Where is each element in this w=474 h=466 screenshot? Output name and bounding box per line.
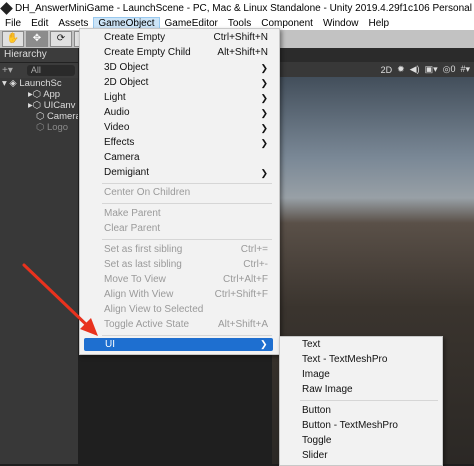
menu-separator [102, 335, 272, 336]
menu-item-center-on-children: Center On Children [104, 187, 191, 198]
effects-icon[interactable]: ▣▾ [425, 64, 438, 75]
gameobject-icon: ▸⬡ [28, 100, 44, 111]
menu-edit[interactable]: Edit [26, 18, 53, 29]
menu-item-set-first-sibling: Set as first sibling Ctrl+= [104, 244, 268, 255]
rotate-tool-icon[interactable]: ⟳ [50, 31, 72, 47]
add-object-button[interactable]: +▾ [2, 63, 13, 78]
submenu-arrow-icon: ❯ [260, 63, 268, 73]
menu-item-ui-label: UI [105, 339, 115, 350]
menu-assets[interactable]: Assets [53, 18, 93, 29]
menu-item-align-view-to-selected: Align View to Selected [104, 304, 204, 315]
menu-component[interactable]: Component [256, 18, 318, 29]
hierarchy-panel: Hierarchy +▾ All ▾ ◈ LaunchSc ▸⬡ App ▸⬡ … [0, 48, 78, 464]
menu-item-video[interactable]: Video ❯ [104, 121, 274, 135]
hierarchy-scene-row[interactable]: ▾ ◈ LaunchSc [0, 78, 78, 89]
submenu-arrow-icon: ❯ [260, 339, 268, 349]
menu-window[interactable]: Window [318, 18, 364, 29]
gameobject-icon: ⬡ [36, 111, 47, 122]
move-tool-icon[interactable]: ✥ [26, 31, 48, 47]
hierarchy-row-camera[interactable]: ⬡ Camera [0, 111, 78, 122]
menu-item-audio[interactable]: Audio ❯ [104, 106, 274, 120]
ui-submenu: Text Text - TextMeshPro Image Raw Image … [279, 336, 443, 466]
menu-file[interactable]: File [0, 18, 26, 29]
scene-view-toolbar: 2D ✹ ◀) ▣▾ ◎0 #▾ [272, 62, 474, 77]
submenu-arrow-icon: ❯ [260, 108, 268, 118]
menu-separator [102, 203, 272, 204]
menu-item-align-with-view: Align With View Ctrl+Shift+F [104, 289, 268, 300]
menu-separator [300, 400, 438, 401]
window-title-bar: DH_AnswerMiniGame - LaunchScene - PC, Ma… [0, 0, 474, 16]
visibility-icon[interactable]: ◎0 [443, 64, 456, 75]
scene-name: LaunchSc [19, 78, 62, 89]
menu-item-light[interactable]: Light ❯ [104, 91, 274, 105]
submenu-arrow-icon: ❯ [260, 78, 268, 88]
submenu-item-text[interactable]: Text [302, 338, 432, 352]
menu-tools[interactable]: Tools [223, 18, 256, 29]
menu-help[interactable]: Help [364, 18, 395, 29]
unity-logo-icon [0, 1, 13, 15]
menu-item-move-to-view: Move To View Ctrl+Alt+F [104, 274, 268, 285]
gameobject-menu: Create Empty Ctrl+Shift+N Create Empty Ch… [79, 28, 280, 355]
menu-separator [102, 183, 272, 184]
menu-separator [102, 239, 272, 240]
hierarchy-row-uicanvas[interactable]: ▸⬡ UICanv [0, 100, 78, 111]
scene-tab-strip [272, 48, 474, 62]
submenu-item-text-textmeshpro[interactable]: Text - TextMeshPro [302, 353, 432, 367]
menu-item-create-empty[interactable]: Create Empty Ctrl+Shift+N [104, 31, 274, 45]
submenu-arrow-icon: ❯ [260, 123, 268, 133]
hierarchy-tab[interactable]: Hierarchy [0, 48, 78, 63]
window-title: DH_AnswerMiniGame - LaunchScene - PC, Ma… [15, 2, 474, 14]
submenu-item-raw-image[interactable]: Raw Image [302, 383, 432, 397]
2d-toggle-button[interactable]: 2D [381, 65, 393, 75]
menu-gameeditor[interactable]: GameEditor [160, 18, 223, 29]
submenu-item-button[interactable]: Button [302, 404, 432, 418]
submenu-item-slider[interactable]: Slider [302, 449, 432, 463]
lighting-icon[interactable]: ✹ [397, 64, 405, 75]
hierarchy-toolbar: +▾ All [0, 63, 78, 78]
menu-item-set-last-sibling: Set as last sibling Ctrl+- [104, 259, 268, 270]
menu-item-create-empty-child[interactable]: Create Empty Child Alt+Shift+N [104, 46, 274, 60]
hierarchy-row-logo[interactable]: ⬡ Logo [0, 122, 78, 133]
hierarchy-row-app[interactable]: ▸⬡ App [0, 89, 78, 100]
menu-item-effects[interactable]: Effects ❯ [104, 136, 274, 150]
gameobject-icon: ⬡ [36, 122, 47, 133]
submenu-arrow-icon: ❯ [260, 138, 268, 148]
menu-item-toggle-active-state: Toggle Active State Alt+Shift+A [104, 319, 268, 330]
menu-item-clear-parent: Clear Parent [104, 223, 161, 234]
grid-icon[interactable]: #▾ [460, 64, 470, 75]
menu-item-camera[interactable]: Camera [104, 151, 274, 165]
hand-tool-icon[interactable]: ✋ [2, 31, 24, 47]
submenu-arrow-icon: ❯ [260, 168, 268, 178]
submenu-item-image[interactable]: Image [302, 368, 432, 382]
submenu-item-button-textmeshpro[interactable]: Button - TextMeshPro [302, 419, 432, 433]
gameobject-icon: ▸⬡ [28, 89, 44, 100]
submenu-arrow-icon: ❯ [260, 93, 268, 103]
menu-item-3d-object[interactable]: 3D Object ❯ [104, 61, 274, 75]
hierarchy-search-input[interactable]: All [26, 65, 75, 76]
menu-item-make-parent: Make Parent [104, 208, 161, 219]
submenu-item-toggle[interactable]: Toggle [302, 434, 432, 448]
expand-arrow-icon[interactable]: ▾ ◈ [2, 78, 19, 89]
menu-item-demigiant[interactable]: Demigiant ❯ [104, 166, 274, 180]
menu-item-2d-object[interactable]: 2D Object ❯ [104, 76, 274, 90]
audio-icon[interactable]: ◀) [410, 64, 420, 75]
